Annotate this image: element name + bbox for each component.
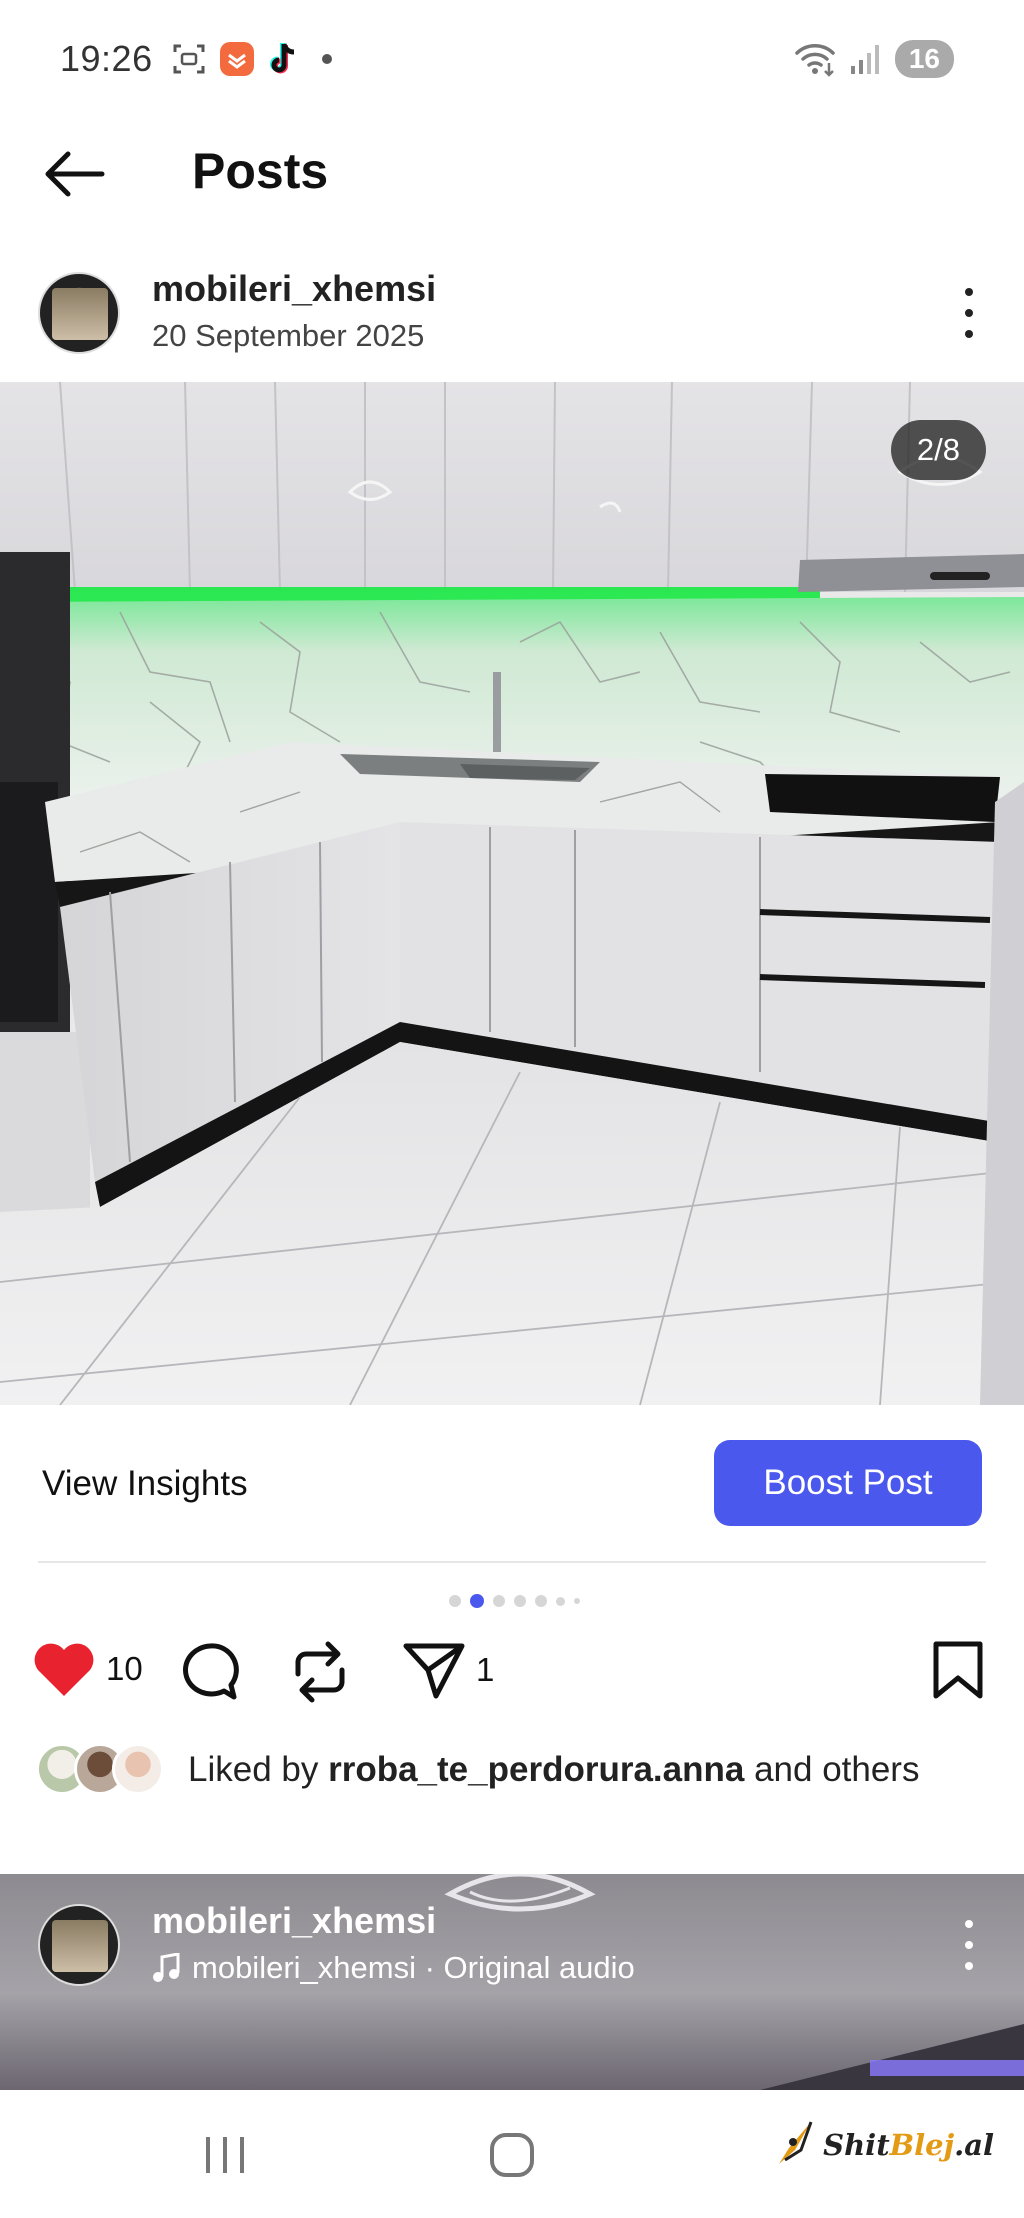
avatar-image [52, 1920, 108, 1972]
comment-action[interactable] [178, 1640, 242, 1704]
recent-apps-icon [206, 2137, 244, 2173]
watermark-part1: Shit [823, 2128, 890, 2162]
more-options-button[interactable] [954, 288, 984, 338]
signal-icon [850, 45, 879, 74]
carousel-indicator [0, 1594, 1024, 1608]
liked-by-text: Liked by rroba_te_perdorura.anna and oth… [188, 1750, 919, 1790]
post-image[interactable]: 2/8 [0, 382, 1024, 1405]
comment-icon[interactable] [178, 1640, 242, 1704]
battery-indicator: 16 [894, 40, 954, 78]
post-header: mobileri_xhemsi 20 September 2025 [0, 262, 1024, 362]
repost-icon[interactable] [290, 1640, 350, 1704]
status-bar: 19:26 16 [0, 0, 1024, 120]
like-action[interactable]: 10 [32, 1640, 143, 1698]
divider [38, 1561, 986, 1563]
carousel-dot [492, 1595, 505, 1607]
audio-label: mobileri_xhemsi · Original audio [192, 1950, 635, 1985]
post-username[interactable]: mobileri_xhemsi [152, 268, 436, 310]
image-counter: 2/8 [890, 420, 986, 480]
wifi-icon [795, 44, 835, 77]
page-title: Posts [192, 143, 329, 199]
status-notification-icons [170, 40, 332, 78]
share-action[interactable]: 1 [402, 1640, 494, 1700]
boost-post-button[interactable]: Boost Post [714, 1440, 982, 1526]
bookmark-icon[interactable] [930, 1640, 986, 1700]
liked-by-row[interactable]: Liked by rroba_te_perdorura.anna and oth… [36, 1740, 919, 1800]
status-system-icons: 16 [793, 40, 954, 78]
recent-apps-button[interactable] [185, 2120, 265, 2190]
heart-icon[interactable] [32, 1640, 96, 1698]
like-count: 10 [106, 1650, 143, 1687]
insights-row: View Insights Boost Post [0, 1440, 1024, 1530]
liked-by-suffix: and others [744, 1750, 920, 1789]
next-post-audio[interactable]: mobileri_xhemsi · Original audio [152, 1950, 635, 1986]
carousel-dot [555, 1596, 565, 1606]
kitchen-photo [0, 382, 1024, 1405]
carousel-dot [534, 1595, 547, 1607]
app-notification-icon [218, 40, 256, 78]
music-note-icon [153, 1953, 180, 1982]
view-insights-link[interactable]: View Insights [42, 1464, 248, 1504]
bird-logo-icon [779, 2121, 813, 2164]
status-time: 19:26 [60, 38, 153, 79]
carousel-dot [448, 1595, 461, 1607]
carousel-dot [573, 1598, 580, 1604]
back-button[interactable] [38, 138, 110, 210]
screenshot-icon [170, 40, 208, 78]
tiktok-icon [266, 40, 304, 78]
avatar-image [52, 288, 108, 340]
next-post-preview[interactable]: mobileri_xhemsi mobileri_xhemsi · Origin… [0, 1874, 1024, 2090]
send-icon[interactable] [402, 1640, 466, 1700]
carousel-dot [513, 1595, 526, 1607]
post-date: 20 September 2025 [152, 318, 425, 353]
watermark-part2: Blej [889, 2128, 955, 2162]
share-count: 1 [476, 1651, 495, 1688]
save-action[interactable] [930, 1640, 986, 1700]
more-notifications-dot [322, 54, 332, 64]
watermark-logo: ShitBlej.al [771, 2120, 994, 2170]
system-nav-bar: ShitBlej.al [0, 2090, 1024, 2218]
more-options-button[interactable] [954, 1920, 984, 1970]
liked-by-prefix: Liked by [188, 1750, 329, 1789]
liked-by-user[interactable]: rroba_te_perdorura.anna [328, 1750, 744, 1789]
repost-action[interactable] [290, 1640, 350, 1704]
avatar[interactable] [38, 1904, 120, 1986]
home-icon [490, 2133, 534, 2177]
liker-avatars [36, 1743, 166, 1797]
page-header: Posts [0, 120, 1024, 230]
avatar[interactable] [38, 272, 120, 354]
arrow-left-icon [45, 151, 105, 197]
watermark-text: ShitBlej.al [823, 2128, 994, 2162]
home-button[interactable] [472, 2120, 552, 2190]
avatar [112, 1743, 164, 1795]
post-actions: 10 1 [0, 1640, 1024, 1720]
watermark-part3: .al [954, 2128, 994, 2162]
next-post-username[interactable]: mobileri_xhemsi [152, 1900, 436, 1942]
carousel-dot-active [469, 1594, 484, 1608]
